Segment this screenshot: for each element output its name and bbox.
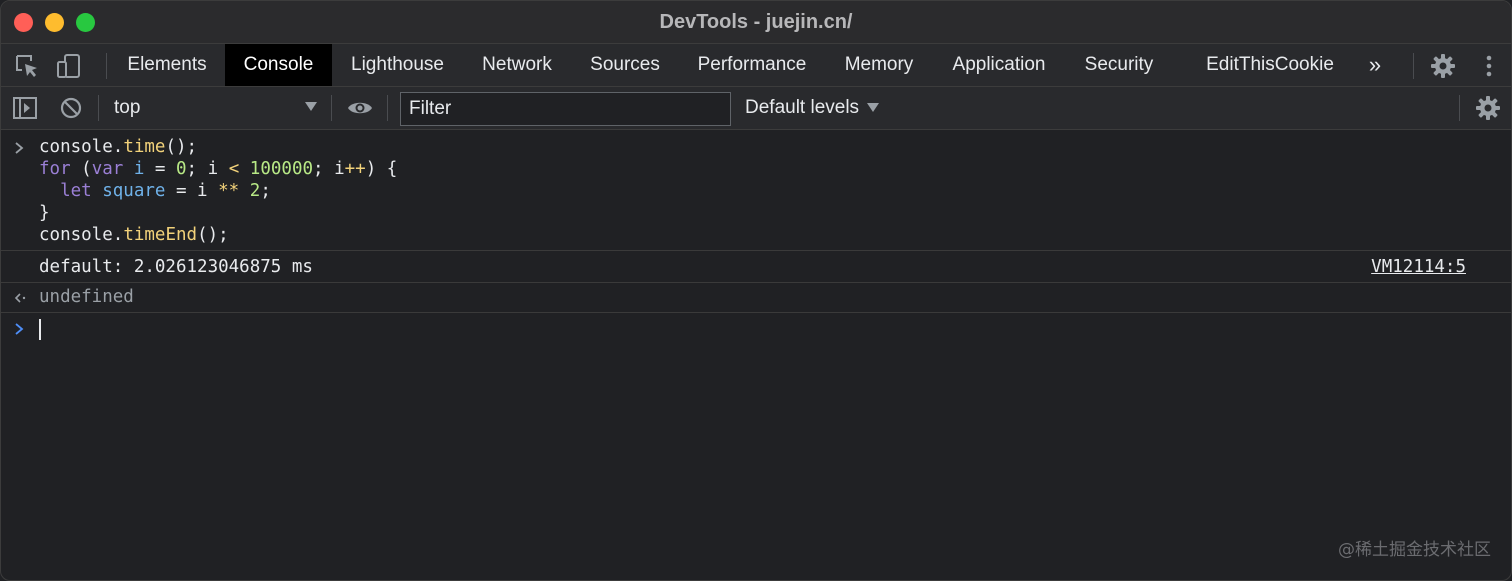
code-line: console.timeEnd(); [39,225,229,245]
log-source-link[interactable]: VM12114:5 [1371,257,1466,277]
tab-performance[interactable]: Performance [685,44,819,86]
code-line: for (var i = 0; i < 100000; i++) { [39,159,398,179]
device-toggle-icon[interactable] [56,53,82,79]
title-bar: DevTools - juejin.cn/ [1,1,1511,44]
context-selector[interactable]: top [103,87,329,129]
console-result-entry: undefined [1,283,1511,313]
console-log-entry: default: 2.026123046875 ms VM12114:5 [1,251,1511,283]
result-value: undefined [39,287,134,307]
console-toolbar: top Default levels [1,87,1511,130]
more-tabs-button[interactable]: » [1359,44,1391,86]
code-line: console.time(); [39,137,198,157]
toolbar-divider [331,95,332,121]
tab-elements[interactable]: Elements [113,44,221,86]
log-levels-dropdown[interactable]: Default levels [745,97,880,119]
log-message: default: 2.026123046875 ms [39,257,313,277]
chevron-down-icon [305,102,317,111]
tab-network[interactable]: Network [467,44,567,86]
tab-editthiscookie[interactable]: EditThisCookie [1193,44,1347,86]
code-line: let square = i ** 2; [60,181,271,201]
log-levels-label: Default levels [745,97,860,118]
text-cursor [39,319,41,340]
tab-console[interactable]: Console [225,44,332,86]
console-settings-gear-icon[interactable] [1475,95,1501,121]
toolbar-divider [106,53,107,79]
context-label: top [114,97,141,118]
code-line: } [39,203,50,223]
tab-sources[interactable]: Sources [577,44,673,86]
filter-input[interactable] [400,92,731,126]
sidebar-toggle-icon[interactable] [12,95,38,121]
code-block: console.time(); for (var i = 0; i < 1000… [39,136,397,246]
settings-gear-icon[interactable] [1430,53,1456,79]
tab-application[interactable]: Application [939,44,1059,86]
toolbar-divider [387,95,388,121]
console-panel: console.time(); for (var i = 0; i < 1000… [1,130,1511,580]
tab-lighthouse[interactable]: Lighthouse [338,44,457,86]
tab-security[interactable]: Security [1071,44,1167,86]
return-arrow-icon [14,293,26,303]
main-tab-bar: Elements Console Lighthouse Network Sour… [1,44,1511,87]
chevron-down-icon [867,103,880,113]
console-prompt-input[interactable] [1,313,1511,345]
chevron-right-icon [15,323,24,335]
toolbar-divider [1459,95,1460,121]
console-input-entry: console.time(); for (var i = 0; i < 1000… [1,130,1511,251]
devtools-window: DevTools - juejin.cn/ Elements Console L… [0,0,1512,581]
chevron-right-icon [15,142,24,154]
window-title: DevTools - juejin.cn/ [659,11,853,33]
more-vertical-icon[interactable] [1476,53,1502,79]
watermark: @稀土掘金技术社区 [1338,540,1491,560]
toolbar-divider [98,95,99,121]
toolbar-divider [1413,53,1414,79]
clear-console-icon[interactable] [58,95,84,121]
inspect-element-icon[interactable] [14,53,40,79]
tab-memory[interactable]: Memory [831,44,927,86]
live-expression-eye-icon[interactable] [347,95,373,121]
